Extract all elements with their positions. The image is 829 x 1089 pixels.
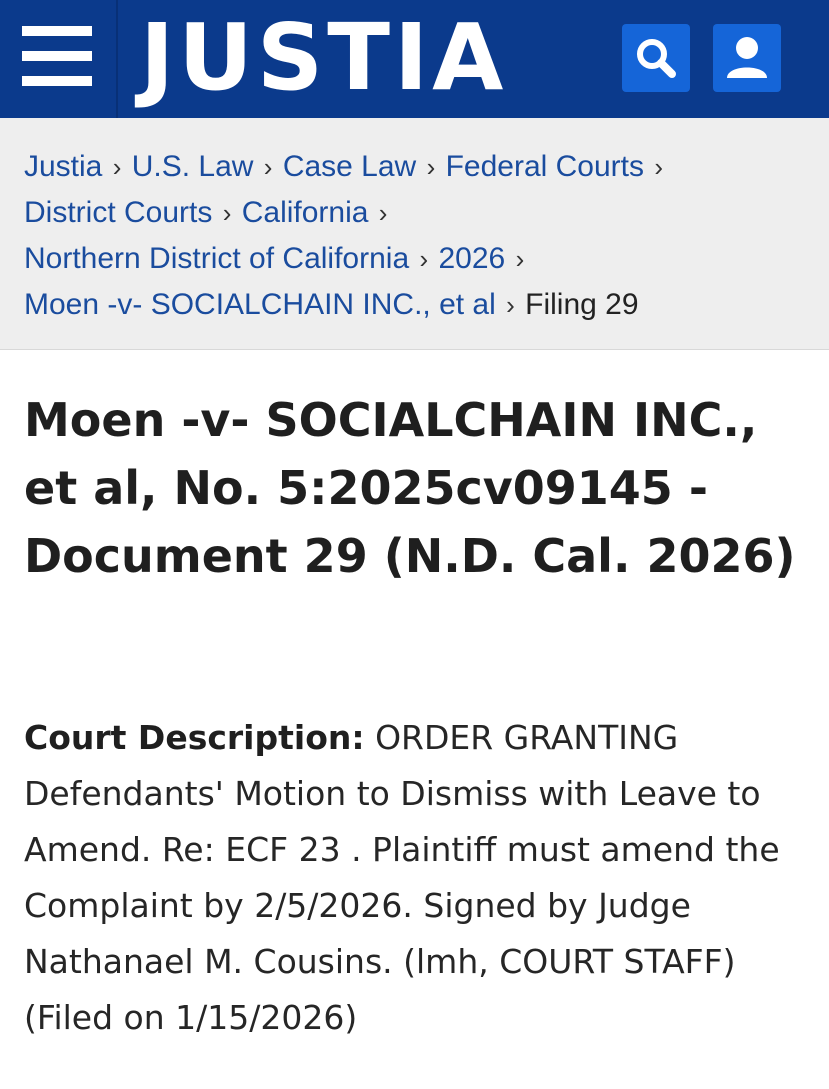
breadcrumb-district-courts[interactable]: District Courts xyxy=(24,196,212,229)
court-description-label: Court Description: xyxy=(24,718,365,757)
search-button[interactable] xyxy=(622,24,690,92)
breadcrumb-separator: › xyxy=(112,152,122,182)
justia-logo[interactable]: JUSTIA xyxy=(140,8,507,108)
search-icon xyxy=(637,39,676,78)
breadcrumb-us-law[interactable]: U.S. Law xyxy=(132,150,254,183)
breadcrumb-separator: › xyxy=(419,244,429,274)
court-description-text: ORDER GRANTING Defendants' Motion to Dis… xyxy=(24,718,780,1037)
breadcrumb-separator: › xyxy=(378,198,388,228)
user-icon xyxy=(727,37,767,78)
breadcrumb-year[interactable]: 2026 xyxy=(438,242,505,275)
breadcrumb-separator: › xyxy=(263,152,273,182)
breadcrumb-separator: › xyxy=(515,244,525,274)
user-account-button[interactable] xyxy=(713,24,781,92)
breadcrumb-separator: › xyxy=(506,290,515,320)
breadcrumb-federal-courts[interactable]: Federal Courts xyxy=(446,150,644,183)
breadcrumb-california[interactable]: California xyxy=(242,196,369,229)
breadcrumb-separator: › xyxy=(426,152,436,182)
site-header: JUSTIA xyxy=(0,0,829,118)
breadcrumb-current: Filing 29 xyxy=(525,288,639,321)
hamburger-menu-icon[interactable] xyxy=(18,26,98,90)
breadcrumb: Justia › U.S. Law › Case Law › Federal C… xyxy=(0,118,829,350)
breadcrumb-case-law[interactable]: Case Law xyxy=(283,150,416,183)
header-divider xyxy=(116,0,118,118)
breadcrumb-northern-district[interactable]: Northern District of California xyxy=(24,242,409,275)
breadcrumb-justia[interactable]: Justia xyxy=(24,150,102,183)
page-title: Moen -v- SOCIALCHAIN INC., et al, No. 5:… xyxy=(24,393,796,583)
breadcrumb-separator: › xyxy=(654,152,664,182)
breadcrumb-case[interactable]: Moen -v- SOCIALCHAIN INC., et al xyxy=(24,288,496,321)
court-description: Court Description: ORDER GRANTING Defend… xyxy=(24,710,814,1046)
breadcrumb-separator: › xyxy=(222,198,232,228)
